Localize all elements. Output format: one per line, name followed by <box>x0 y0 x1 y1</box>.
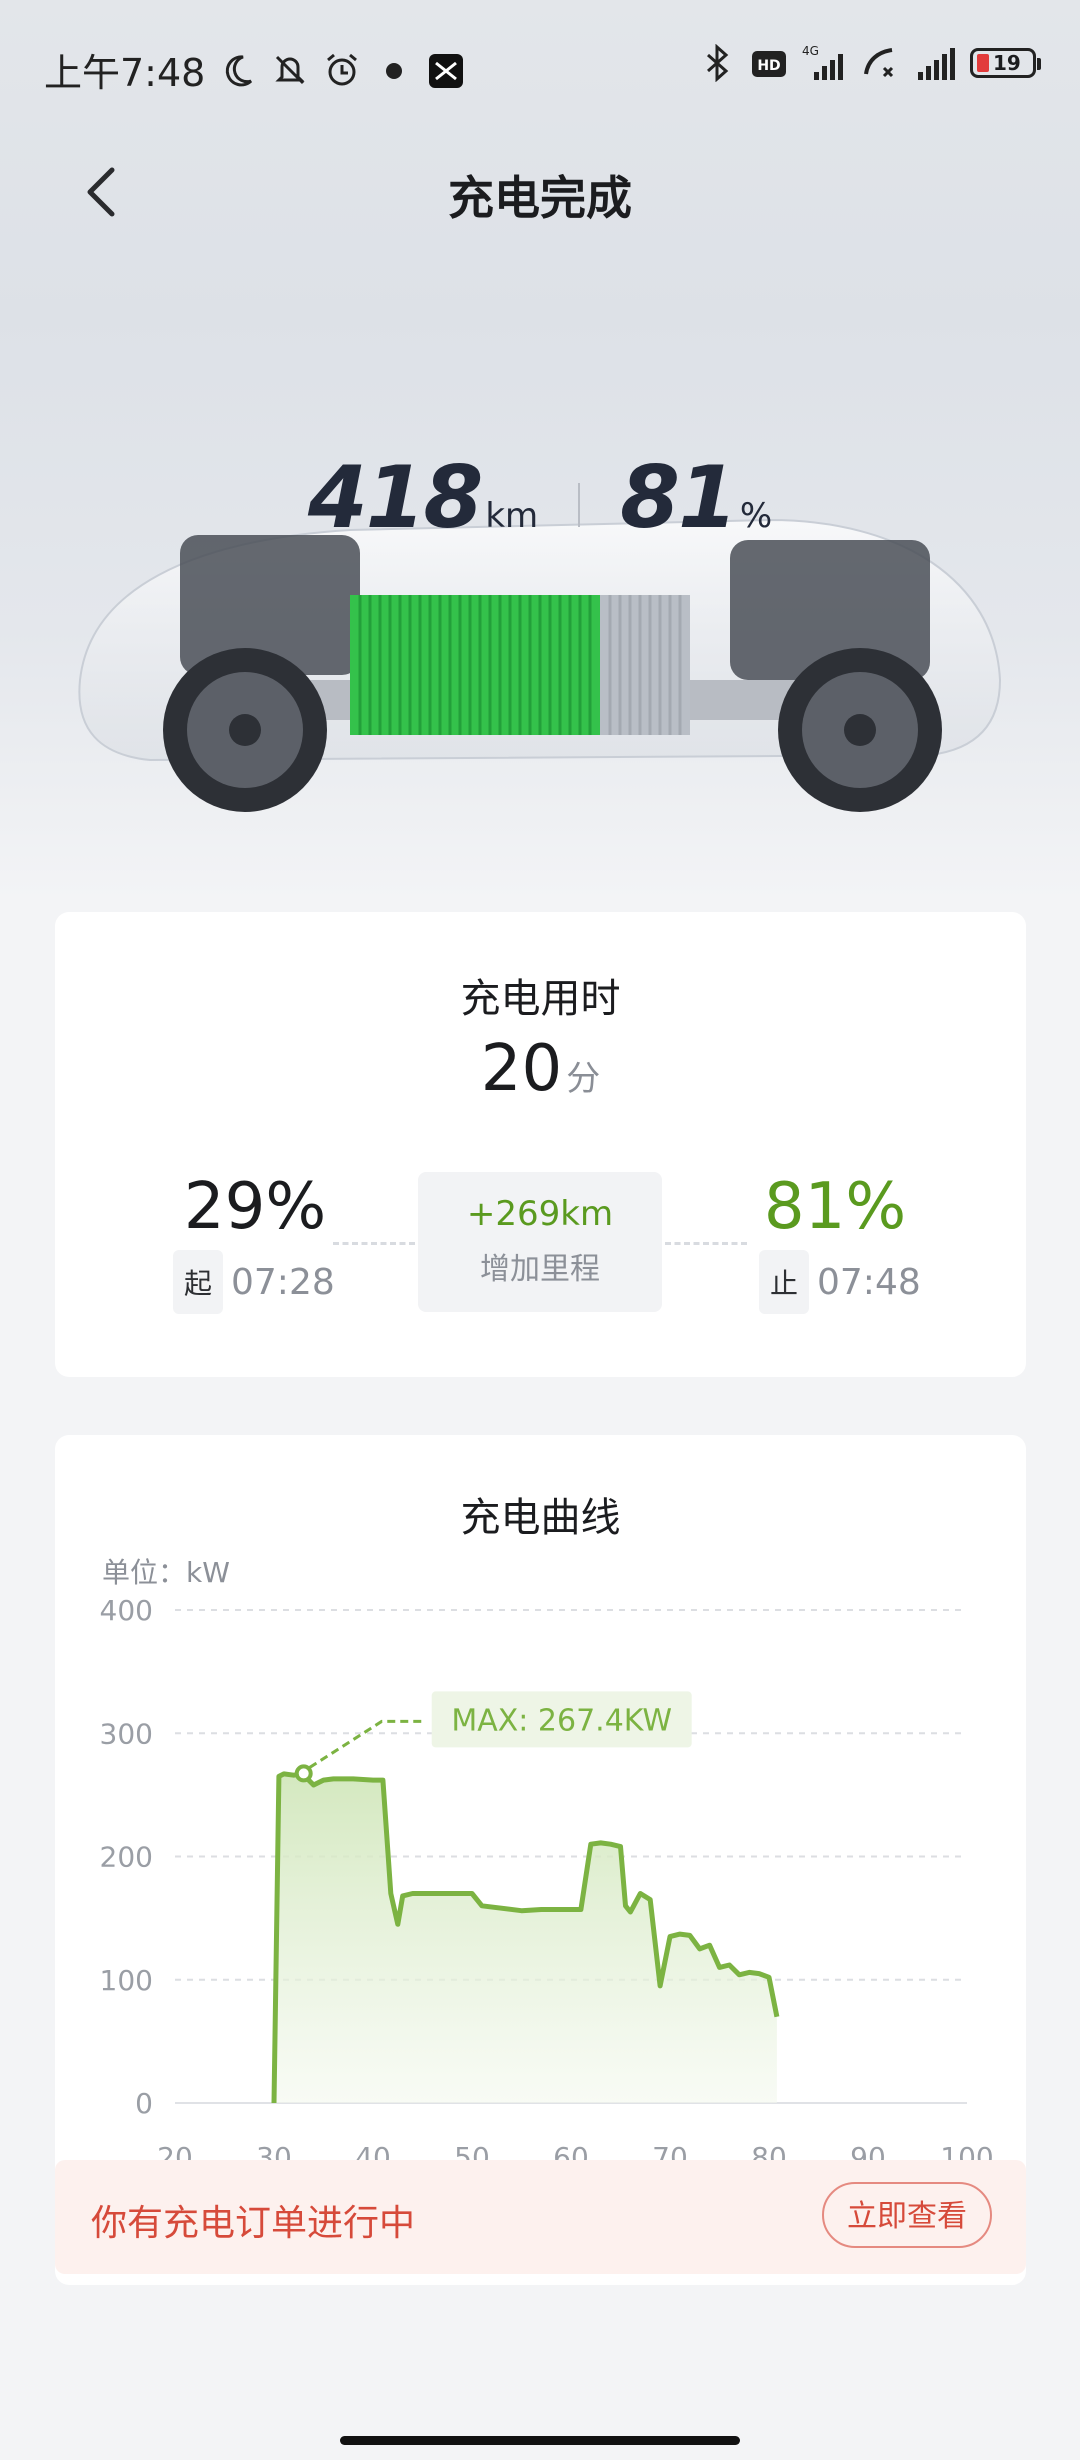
wheel-rear <box>778 648 942 812</box>
duration-title: 充电用时 <box>460 976 621 1022</box>
y-tick-label: 300 <box>100 1717 153 1750</box>
alarm-icon <box>327 53 358 85</box>
signal-4g-icon: 4G <box>802 44 843 80</box>
y-tick-label: 100 <box>100 1964 153 1997</box>
dash-left <box>333 1242 415 1245</box>
dash-right <box>665 1242 747 1245</box>
moon-icon <box>226 54 253 86</box>
hero-divider <box>578 483 581 527</box>
mute-icon <box>275 55 305 84</box>
ongoing-order-banner[interactable]: 你有充电订单进行中 立即查看 <box>55 2160 1026 2274</box>
dot-icon <box>386 62 403 79</box>
banner-text: 你有充电订单进行中 <box>91 2203 416 2244</box>
hero-stats: 418 km 81% <box>0 448 1080 548</box>
wheel-front <box>163 648 327 812</box>
duration-readout: 20 分 <box>55 1032 1026 1106</box>
soc-readout: 81% <box>620 448 772 548</box>
duration-unit: 分 <box>566 1059 601 1099</box>
added-range-box: +269km 增加里程 <box>418 1172 662 1312</box>
y-tick-label: 200 <box>100 1841 153 1874</box>
y-tick-label: 0 <box>135 2087 153 2120</box>
max-label: MAX: 267.4KW <box>451 1703 672 1738</box>
range-unit: km <box>485 496 539 536</box>
svg-text:HD: HD <box>757 58 780 74</box>
svg-text:4G: 4G <box>802 44 819 58</box>
battery-level: 19 <box>993 51 1021 75</box>
duration-value: 20 <box>480 1032 563 1106</box>
start-soc: 29% <box>183 1170 327 1244</box>
home-indicator[interactable] <box>340 2436 740 2445</box>
charging-curve-card: 充电曲线 单位：kW 0 100 200 300 400 20 30 40 50 60 70 80 9… <box>55 1435 1026 2285</box>
hd-icon: HD <box>752 51 786 77</box>
start-time: 07:28 <box>231 1262 335 1303</box>
battery-icon: 19 <box>970 48 1041 78</box>
start-tag: 起 <box>173 1250 223 1314</box>
charging-curve-chart: 0100200300400 20 30 40 50 60 70 80 90 100 MAX: 2… <box>100 1594 994 2174</box>
status-left: 上午7:48 <box>44 42 465 97</box>
status-time: 上午7:48 <box>44 51 206 95</box>
range-value: 418 <box>307 448 484 548</box>
end-time: 07:48 <box>817 1262 921 1303</box>
signal-icon <box>918 48 955 80</box>
range-readout: 418 km <box>308 448 538 548</box>
charge-summary-card: 充电用时 20 分 29% 起 07:28 +269km 增加里程 81% 止 0… <box>55 912 1026 1377</box>
call-icon <box>864 48 894 78</box>
status-right: HD 4G 19 <box>698 44 1041 82</box>
curve-area <box>274 1773 777 2103</box>
battery-pack <box>350 595 690 735</box>
max-leader-line <box>308 1719 422 1769</box>
y-tick-label: 400 <box>100 1594 153 1627</box>
bluetooth-icon <box>707 44 729 82</box>
end-tag: 止 <box>759 1250 809 1314</box>
page-title: 充电完成 <box>448 171 632 225</box>
added-range-value: +269km <box>466 1194 614 1234</box>
soc-unit: % <box>739 496 773 536</box>
soc-value: 81 <box>620 448 738 548</box>
added-range-label: 增加里程 <box>480 1252 600 1287</box>
end-soc: 81% <box>763 1170 907 1244</box>
status-bar: 上午7:48 HD 4G 19 <box>0 0 1080 130</box>
view-now-button[interactable]: 立即查看 <box>822 2182 992 2248</box>
app-notification-icon <box>429 53 464 88</box>
max-point-marker <box>294 1764 313 1783</box>
